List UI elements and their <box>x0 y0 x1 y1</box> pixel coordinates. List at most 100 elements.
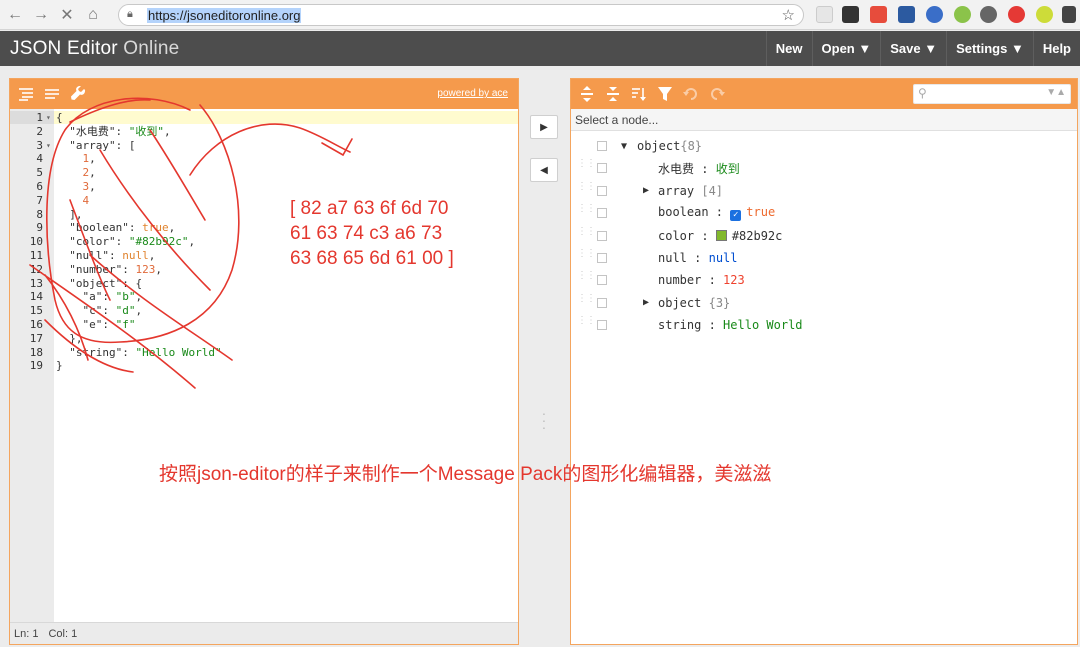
node-key[interactable]: null : null <box>658 251 738 265</box>
back-icon[interactable]: ← <box>4 4 26 26</box>
node-value[interactable]: 收到 <box>716 162 740 176</box>
boolean-checkbox-icon[interactable]: ✓ <box>730 210 742 222</box>
tree-node-object[interactable]: ▼ object{8} <box>571 135 1077 157</box>
redo-icon[interactable] <box>707 84 727 104</box>
node-separator: : <box>708 205 731 220</box>
node-value[interactable]: Hello World <box>723 318 802 332</box>
stop-icon[interactable]: ✕ <box>56 4 78 26</box>
forward-icon[interactable]: → <box>30 4 52 26</box>
node-value[interactable]: {8} <box>680 139 702 153</box>
tree-node-object[interactable]: ⋮⋮ ▶ object {3} <box>571 292 1077 314</box>
search-input[interactable]: ⚲ ▼▲ <box>913 84 1071 104</box>
bookmark-star-icon[interactable]: ☆ <box>782 6 795 24</box>
node-value[interactable]: [4] <box>701 184 723 198</box>
extension-icon[interactable] <box>816 6 833 23</box>
menu-save[interactable]: Save ▼ <box>880 31 946 66</box>
collapse-arrow-icon[interactable]: ▼ <box>621 141 627 152</box>
copy-to-tree-button[interactable]: ▶ <box>530 115 558 139</box>
address-bar[interactable]: 🔒︎ https://jsoneditoronline.org ☆ <box>118 4 804 26</box>
menu-open[interactable]: Open ▼ <box>811 31 881 66</box>
sort-icon[interactable] <box>629 84 649 104</box>
splitter-handle[interactable]: · · · <box>541 406 547 434</box>
node-select-checkbox[interactable] <box>597 208 607 219</box>
code-token: true <box>142 221 169 235</box>
node-select-checkbox[interactable] <box>597 141 607 151</box>
node-value[interactable]: null <box>709 251 738 265</box>
extension-icon[interactable] <box>926 6 943 23</box>
format-icon[interactable] <box>16 84 36 104</box>
tree-node-水电费[interactable]: ⋮⋮ 水电费 : 收到 <box>571 157 1077 179</box>
fold-toggle-icon <box>46 277 54 291</box>
node-select-checkbox[interactable] <box>597 185 607 196</box>
node-value[interactable]: {3} <box>709 296 731 310</box>
filter-icon[interactable] <box>655 84 675 104</box>
node-select-checkbox[interactable] <box>597 275 607 286</box>
fold-toggle-icon[interactable]: ▾ <box>46 139 54 153</box>
menu-new[interactable]: New <box>765 31 812 66</box>
extension-icon[interactable] <box>898 6 915 23</box>
menu-settings[interactable]: Settings ▼ <box>946 31 1033 66</box>
node-key[interactable]: boolean : ✓ true <box>658 205 775 222</box>
copy-to-code-button[interactable]: ◀ <box>530 158 558 182</box>
wrench-icon[interactable] <box>68 84 88 104</box>
tree-node-string[interactable]: ⋮⋮ string : Hello World <box>571 314 1077 336</box>
fold-toggle-icon[interactable]: ▾ <box>46 111 54 125</box>
tree-node-color[interactable]: ⋮⋮ color : #82b92c <box>571 225 1077 247</box>
node-key[interactable]: number : 123 <box>658 273 745 287</box>
code-line: 17 }, <box>10 332 222 346</box>
node-key[interactable]: 水电费 : 收到 <box>658 160 740 177</box>
node-key[interactable]: color : #82b92c <box>658 229 782 243</box>
code-text: 2, <box>54 166 96 180</box>
node-key[interactable]: object {3} <box>658 296 730 310</box>
code-token: , <box>155 262 162 276</box>
drag-handle-icon[interactable]: ⋮⋮ <box>577 249 596 264</box>
drag-handle-icon[interactable]: ⋮⋮ <box>577 271 596 286</box>
expand-all-icon[interactable] <box>577 84 597 104</box>
drag-handle-icon[interactable]: ⋮⋮ <box>577 181 596 197</box>
code-token: , <box>168 221 176 235</box>
node-select-checkbox[interactable] <box>597 230 607 241</box>
node-value[interactable]: true <box>746 205 775 219</box>
tree-node-array[interactable]: ⋮⋮ ▶ array [4] <box>571 180 1077 202</box>
node-breadcrumb[interactable]: Select a node... <box>571 109 1077 131</box>
drag-handle-icon[interactable]: ⋮⋮ <box>577 159 596 174</box>
node-select-checkbox[interactable] <box>597 163 607 174</box>
drag-handle-icon[interactable]: ⋮⋮ <box>577 204 596 219</box>
collapse-all-icon[interactable] <box>603 84 623 104</box>
code-editor[interactable]: 1 ▾{2 "水电费": "收到", 3 ▾ "array": [4 1, 5 2, 6 … <box>10 109 518 623</box>
drag-handle-icon[interactable]: ⋮⋮ <box>577 293 596 309</box>
search-nav-icon[interactable]: ▼▲ <box>1046 87 1066 98</box>
expand-arrow-icon[interactable]: ▶ <box>643 185 649 196</box>
code-token: "收到" <box>128 124 164 138</box>
drag-handle-icon[interactable]: ⋮⋮ <box>577 226 596 242</box>
color-swatch[interactable] <box>715 229 727 241</box>
app-title: JSON Editor Online <box>10 38 179 60</box>
node-select-checkbox[interactable] <box>597 320 607 331</box>
extension-icon[interactable] <box>842 6 859 23</box>
home-icon[interactable]: ⌂ <box>82 4 104 26</box>
menu-help[interactable]: Help <box>1032 31 1080 66</box>
node-key[interactable]: object{8} <box>637 139 702 153</box>
node-select-checkbox[interactable] <box>597 253 607 263</box>
code-token: "string": <box>56 345 136 359</box>
extension-icon[interactable] <box>1062 6 1076 23</box>
extension-icon[interactable] <box>980 6 997 23</box>
extension-icon[interactable] <box>954 6 971 23</box>
node-key[interactable]: array [4] <box>658 184 723 198</box>
code-text: "e": "f" <box>54 318 135 332</box>
undo-icon[interactable] <box>681 84 701 104</box>
node-value[interactable]: #82b92c <box>732 229 783 243</box>
node-value[interactable]: 123 <box>723 273 745 287</box>
extension-icon[interactable] <box>1036 6 1053 23</box>
compact-icon[interactable] <box>42 84 62 104</box>
tree-node-number[interactable]: ⋮⋮ number : 123 <box>571 269 1077 291</box>
extension-icon[interactable] <box>870 6 887 23</box>
drag-handle-icon[interactable]: ⋮⋮ <box>577 316 596 331</box>
expand-arrow-icon[interactable]: ▶ <box>643 297 649 308</box>
node-select-checkbox[interactable] <box>597 297 607 308</box>
tree-node-null[interactable]: ⋮⋮ null : null <box>571 247 1077 269</box>
node-key[interactable]: string : Hello World <box>658 318 803 332</box>
tree-node-boolean[interactable]: ⋮⋮ boolean : ✓ true <box>571 202 1077 224</box>
powered-by-ace-link[interactable]: powered by ace <box>437 88 508 99</box>
extension-icon[interactable] <box>1008 6 1025 23</box>
